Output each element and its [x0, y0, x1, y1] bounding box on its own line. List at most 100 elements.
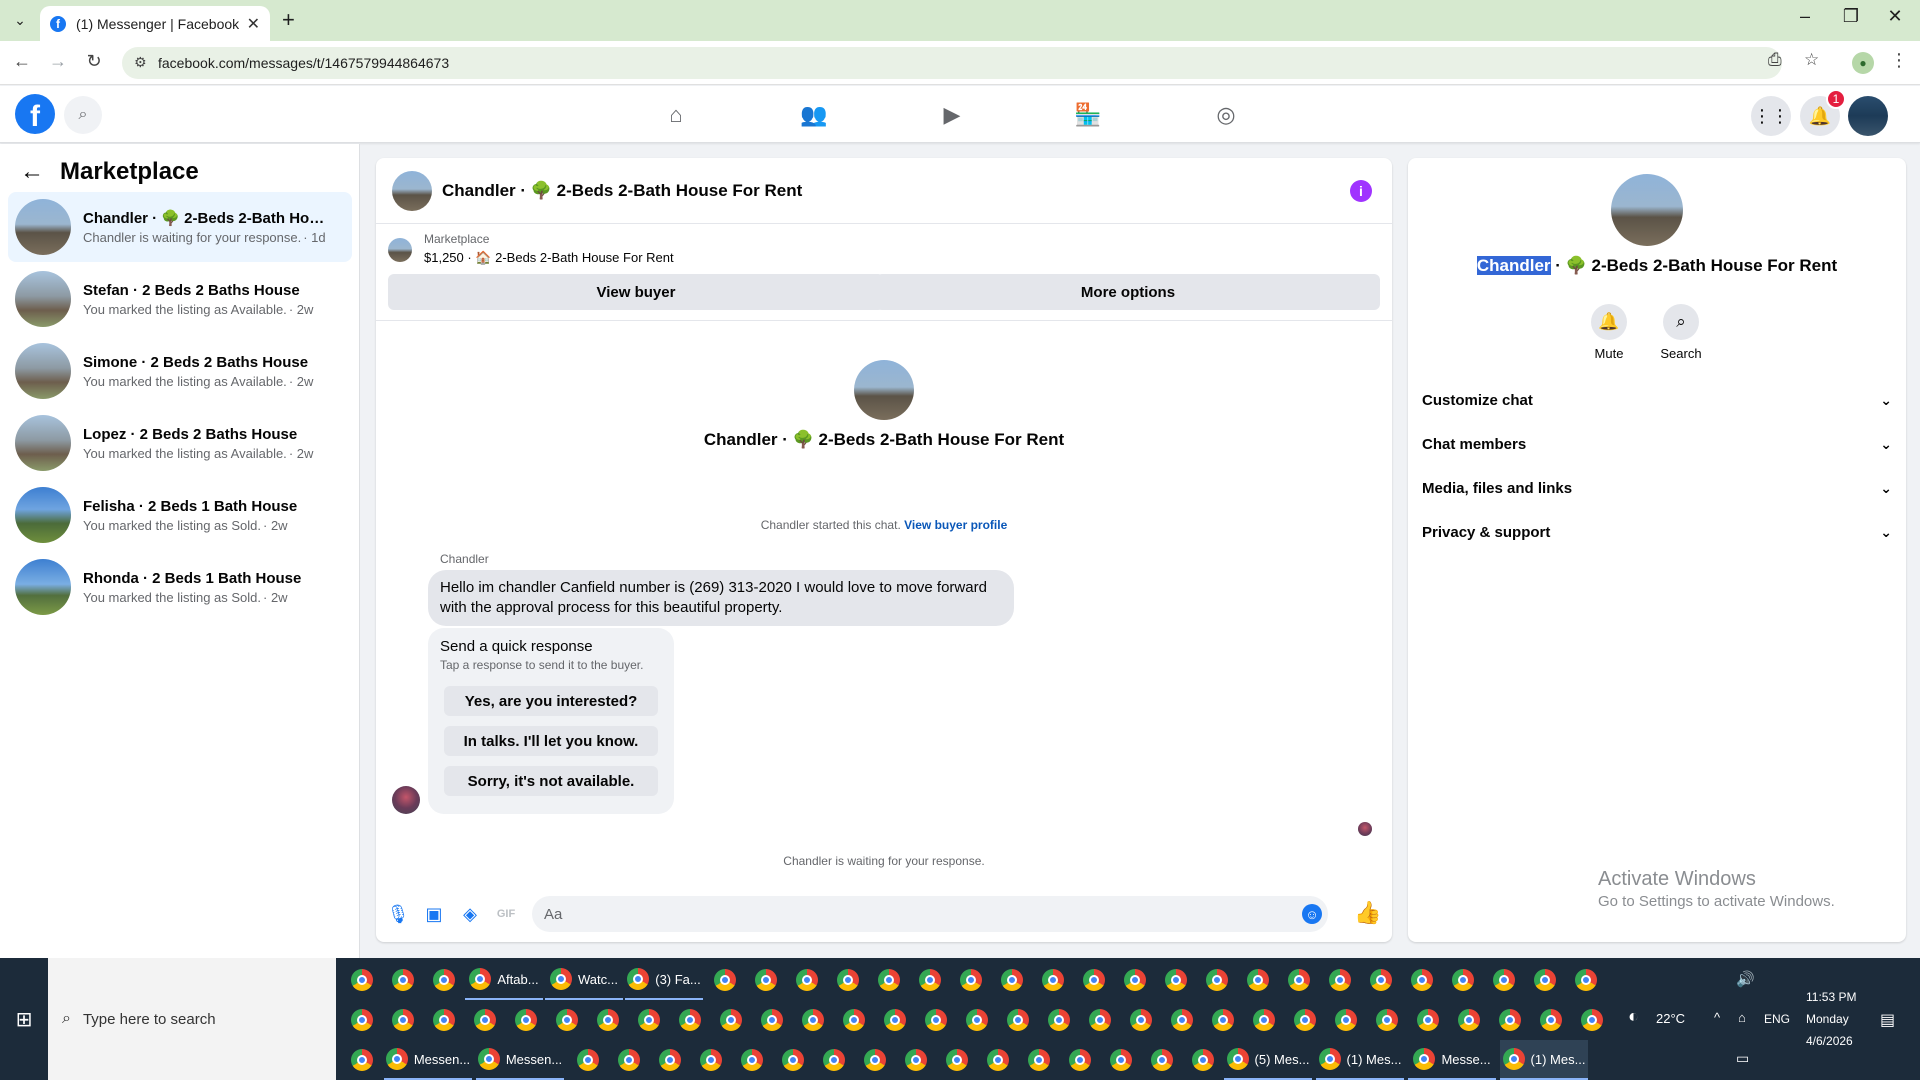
- taskbar-window-button[interactable]: Messe...: [1408, 1040, 1496, 1080]
- customize-chat-section[interactable]: Customize chat ⌄: [1422, 382, 1892, 418]
- quick-reply-button[interactable]: Yes, are you interested?: [444, 686, 658, 716]
- taskbar-app-icon[interactable]: [383, 1000, 423, 1040]
- browser-menu-icon[interactable]: ⋮: [1890, 50, 1908, 71]
- notification-center-icon[interactable]: ▤: [1880, 1010, 1895, 1030]
- mute-action[interactable]: 🔔 Mute: [1569, 304, 1649, 361]
- weather-temp[interactable]: 22°C: [1656, 1011, 1685, 1026]
- chat-title[interactable]: Chandler · 🌳 2-Beds 2-Bath House For Ren…: [442, 181, 802, 201]
- taskbar-app-icon[interactable]: [855, 1040, 895, 1080]
- install-app-icon[interactable]: ⎙: [1768, 50, 1782, 70]
- taskbar-app-icon[interactable]: [1238, 960, 1278, 1000]
- taskbar-app-icon[interactable]: [1142, 1040, 1182, 1080]
- taskbar-app-icon[interactable]: [732, 1040, 772, 1080]
- taskbar-app-icon[interactable]: [383, 960, 423, 1000]
- clock-time[interactable]: 11:53 PM: [1806, 990, 1856, 1004]
- chat-header-avatar[interactable]: [392, 170, 432, 211]
- taskbar-app-icon[interactable]: [691, 1040, 731, 1080]
- bookmark-star-icon[interactable]: ☆: [1804, 50, 1819, 70]
- facebook-logo-icon[interactable]: f: [15, 94, 55, 134]
- taskbar-app-icon[interactable]: [1367, 1000, 1407, 1040]
- taskbar-app-icon[interactable]: [1525, 960, 1565, 1000]
- conversation-item[interactable]: Lopez · 2 Beds 2 Baths House You marked …: [8, 408, 352, 478]
- taskbar-app-icon[interactable]: [937, 1040, 977, 1080]
- taskbar-search[interactable]: ⌕ Type here to search: [48, 958, 336, 1080]
- new-tab-plus-icon[interactable]: +: [282, 8, 295, 32]
- taskbar-app-icon[interactable]: [875, 1000, 915, 1040]
- taskbar-app-icon[interactable]: [1080, 1000, 1120, 1040]
- taskbar-app-icon[interactable]: [793, 1000, 833, 1040]
- taskbar-window-button[interactable]: Watc...: [545, 960, 623, 1000]
- conversation-item[interactable]: Rhonda · 2 Beds 1 Bath House You marked …: [8, 552, 352, 622]
- browser-tab-messenger[interactable]: f (1) Messenger | Facebook ✕: [40, 6, 270, 41]
- taskbar-app-icon[interactable]: [1490, 1000, 1530, 1040]
- windows-start-icon[interactable]: ⊞: [0, 958, 48, 1080]
- taskbar-app-icon[interactable]: [568, 1040, 608, 1080]
- message-input[interactable]: [532, 896, 1328, 932]
- taskbar-app-icon[interactable]: [1101, 1040, 1141, 1080]
- taskbar-app-icon[interactable]: [992, 960, 1032, 1000]
- back-arrow-icon[interactable]: ←: [10, 51, 34, 72]
- tab-search-chevron-icon[interactable]: ⌄: [8, 8, 32, 32]
- taskbar-app-icon[interactable]: [1449, 1000, 1489, 1040]
- taskbar-app-icon[interactable]: [1279, 960, 1319, 1000]
- quick-reply-button[interactable]: In talks. I'll let you know.: [444, 726, 658, 756]
- emoji-icon[interactable]: ☺: [1302, 904, 1322, 924]
- taskbar-app-icon[interactable]: [465, 1000, 505, 1040]
- minimize-icon[interactable]: –: [1782, 6, 1828, 27]
- taskbar-app-icon[interactable]: [1197, 960, 1237, 1000]
- taskbar-app-icon[interactable]: [424, 960, 464, 1000]
- chat-members-section[interactable]: Chat members ⌄: [1422, 426, 1892, 462]
- thumbs-up-icon[interactable]: 👍: [1354, 900, 1381, 926]
- taskbar-app-icon[interactable]: [547, 1000, 587, 1040]
- quick-reply-button[interactable]: Sorry, it's not available.: [444, 766, 658, 796]
- taskbar-app-icon[interactable]: [1039, 1000, 1079, 1040]
- clock-date[interactable]: 4/6/2026: [1806, 1034, 1853, 1048]
- taskbar-app-icon[interactable]: [342, 960, 382, 1000]
- taskbar-app-icon[interactable]: [1244, 1000, 1284, 1040]
- taskbar-app-icon[interactable]: [342, 1040, 382, 1080]
- taskbar-app-icon[interactable]: [1326, 1000, 1366, 1040]
- groups-icon[interactable]: ◎: [1208, 100, 1244, 130]
- more-options-button[interactable]: More options: [876, 274, 1380, 310]
- url-bar[interactable]: ⚙ facebook.com/messages/t/14675799448646…: [122, 47, 1782, 79]
- taskbar-app-icon[interactable]: [1162, 1000, 1202, 1040]
- taskbar-app-icon[interactable]: [711, 1000, 751, 1040]
- taskbar-app-icon[interactable]: [828, 960, 868, 1000]
- desktop-icon[interactable]: ▭: [1736, 1050, 1749, 1067]
- account-avatar[interactable]: [1848, 96, 1888, 136]
- taskbar-app-icon[interactable]: [1402, 960, 1442, 1000]
- taskbar-window-button[interactable]: (5) Mes...: [1224, 1040, 1312, 1080]
- forward-arrow-icon[interactable]: →: [46, 51, 70, 72]
- close-window-icon[interactable]: ✕: [1872, 6, 1918, 27]
- taskbar-app-icon[interactable]: [424, 1000, 464, 1040]
- taskbar-app-icon[interactable]: [1033, 960, 1073, 1000]
- taskbar-app-icon[interactable]: [1019, 1040, 1059, 1080]
- taskbar-app-icon[interactable]: [1156, 960, 1196, 1000]
- taskbar-app-icon[interactable]: [814, 1040, 854, 1080]
- restore-icon[interactable]: ❐: [1828, 6, 1874, 27]
- gif-icon[interactable]: GIF: [494, 902, 518, 926]
- conversation-item[interactable]: Simone · 2 Beds 2 Baths House You marked…: [8, 336, 352, 406]
- friends-icon[interactable]: 👥: [796, 100, 832, 130]
- taskbar-app-icon[interactable]: [609, 1040, 649, 1080]
- taskbar-app-icon[interactable]: [773, 1040, 813, 1080]
- taskbar-app-icon[interactable]: [746, 960, 786, 1000]
- weather-icon[interactable]: ◐: [1628, 1006, 1639, 1027]
- taskbar-app-icon[interactable]: [1443, 960, 1483, 1000]
- back-arrow-icon[interactable]: ←: [20, 158, 44, 186]
- taskbar-app-icon[interactable]: [670, 1000, 710, 1040]
- taskbar-window-button[interactable]: (1) Mes...: [1316, 1040, 1404, 1080]
- taskbar-app-icon[interactable]: [951, 960, 991, 1000]
- taskbar-app-icon[interactable]: [1183, 1040, 1223, 1080]
- close-tab-icon[interactable]: ✕: [247, 14, 260, 34]
- search-action[interactable]: ⌕ Search: [1641, 304, 1721, 361]
- taskbar-app-icon[interactable]: [1320, 960, 1360, 1000]
- site-settings-icon[interactable]: ⚙: [134, 54, 147, 71]
- taskbar-window-button[interactable]: Aftab...: [465, 960, 543, 1000]
- taskbar-window-button[interactable]: Messen...: [476, 1040, 564, 1080]
- taskbar-app-icon[interactable]: [629, 1000, 669, 1040]
- view-buyer-profile-link[interactable]: View buyer profile: [904, 518, 1007, 532]
- taskbar-app-icon[interactable]: [650, 1040, 690, 1080]
- network-icon[interactable]: ⌂: [1738, 1010, 1746, 1025]
- taskbar-app-icon[interactable]: [342, 1000, 382, 1040]
